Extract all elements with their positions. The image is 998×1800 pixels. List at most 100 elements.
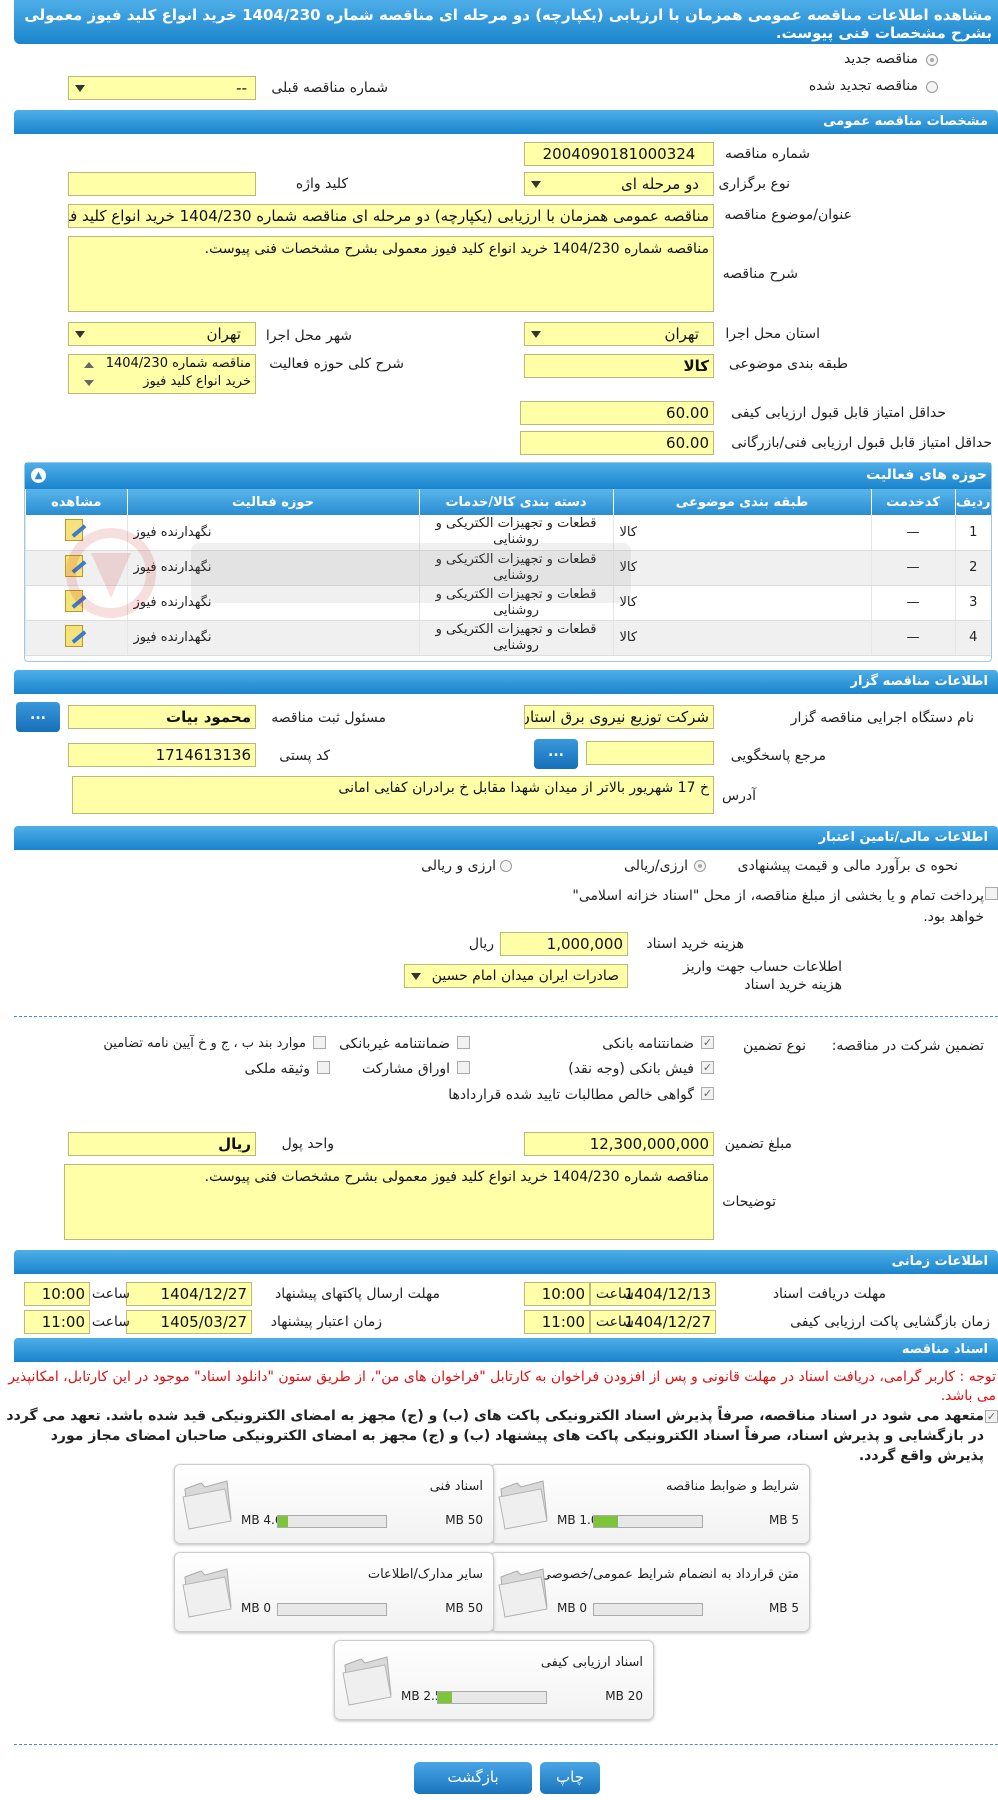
new-tender-radio[interactable] bbox=[926, 54, 938, 66]
activity-label: شرح کلی حوزه فعالیت bbox=[269, 356, 404, 372]
cell-n: 4 bbox=[954, 620, 991, 656]
cell-field: نگهدارنده فیوز bbox=[126, 585, 419, 621]
recv-time: 10:00 bbox=[524, 1282, 590, 1306]
valid-time: 11:00 bbox=[24, 1310, 90, 1334]
back-button[interactable]: بازگشت bbox=[414, 1762, 532, 1794]
bank-guarantee-checkbox[interactable]: ✓ bbox=[701, 1036, 714, 1049]
resp-field: محمود بیات bbox=[68, 705, 256, 729]
min-quality-label: حداقل امتیاز قابل قبول ارزیابی کیفی bbox=[731, 405, 946, 421]
org-field: شرکت توزیع نیروی برق استان تهران bbox=[524, 705, 714, 729]
send-time: 10:00 bbox=[24, 1282, 90, 1306]
property-checkbox[interactable] bbox=[317, 1061, 330, 1074]
view-document-icon[interactable] bbox=[63, 553, 89, 579]
ref-label: مرجع پاسخگویی bbox=[730, 748, 826, 764]
folder-icon bbox=[181, 1563, 235, 1621]
cell-field: نگهدارنده فیوز bbox=[126, 550, 419, 586]
doc-file-box[interactable]: اسناد فنی4.65 MB50 MB bbox=[174, 1464, 494, 1544]
bonds-checkbox[interactable] bbox=[457, 1061, 470, 1074]
send-date: 1404/12/27 bbox=[126, 1282, 252, 1306]
cell-cat: کالا bbox=[612, 515, 871, 551]
cheque-label: فیش بانکی (وجه نقد) bbox=[568, 1061, 694, 1077]
currency-label: واحد پول bbox=[281, 1136, 334, 1152]
cell-n: 3 bbox=[954, 585, 991, 621]
doc-file-max: 5 MB bbox=[768, 1513, 799, 1527]
notes-field: مناقصه شماره 1404/230 خرید انواع کلید فی… bbox=[64, 1164, 714, 1240]
view-document-icon[interactable] bbox=[63, 517, 89, 543]
desc-field: مناقصه شماره 1404/230 خرید انواع کلید فی… bbox=[68, 236, 714, 312]
treasury-checkbox[interactable] bbox=[985, 887, 998, 900]
estimate-opt1-radio[interactable] bbox=[694, 860, 706, 872]
nonbank-guarantee-checkbox[interactable] bbox=[457, 1036, 470, 1049]
doc-file-max: 50 MB bbox=[445, 1513, 483, 1527]
doc-file-progress bbox=[437, 1691, 547, 1704]
doc-file-max: 20 MB bbox=[605, 1689, 643, 1703]
commit-checkbox[interactable]: ✓ bbox=[985, 1410, 998, 1423]
activity-scroll-up-icon[interactable] bbox=[84, 357, 94, 368]
doc-fee-rial-label: ریال bbox=[468, 936, 494, 952]
valid-label: زمان اعتبار پیشنهاد bbox=[270, 1314, 382, 1330]
send-label: مهلت ارسال پاکتهای پیشنهاد bbox=[274, 1286, 440, 1302]
doc-fee-label: هزینه خرید اسناد bbox=[646, 936, 744, 952]
province-select[interactable]: تهران bbox=[524, 322, 714, 346]
divider bbox=[14, 1016, 998, 1017]
doc-file-box[interactable]: متن قرارداد به انضمام شرایط عمومی/خصوصی 0… bbox=[490, 1552, 810, 1632]
resp-lookup-button[interactable]: ... bbox=[16, 702, 60, 732]
table-row: 2— کالا قطعات و تجهیزات الکتریکی و روشنایی… bbox=[25, 550, 991, 586]
estimate-label: نحوه ی برآورد مالی و قیمت پیشنهادی bbox=[737, 858, 958, 874]
collapse-icon[interactable]: ▲ bbox=[31, 468, 46, 483]
amount-field: 12,300,000,000 bbox=[524, 1132, 714, 1156]
cert-label: گواهی خالص مطالبات تایید شده قراردادها bbox=[448, 1087, 694, 1103]
activity-field: مناقصه شماره 1404/230 خرید انواع کلید فی… bbox=[68, 354, 256, 394]
cell-group: قطعات و تجهیزات الکتریکی و روشنایی bbox=[418, 550, 613, 586]
open-time-label: ساعت bbox=[595, 1314, 634, 1330]
renewed-tender-radio[interactable] bbox=[926, 81, 938, 93]
cases-checkbox[interactable] bbox=[313, 1036, 326, 1049]
col-header-4: حوزه فعالیت bbox=[126, 489, 419, 515]
send-time-label: ساعت bbox=[91, 1286, 130, 1302]
addr-label: آدرس bbox=[722, 788, 756, 804]
activities-table: ردیف کدخدمت طبقه بندی موضوعی دسته بندی کالا… bbox=[25, 489, 991, 656]
keyword-label: کلید واژه bbox=[295, 176, 348, 192]
province-label: استان محل اجرا bbox=[725, 326, 820, 342]
guarantee-label: تضمین شرکت در مناقصه: bbox=[831, 1038, 984, 1054]
tender-number-field: 2004090181000324 bbox=[524, 142, 714, 166]
type-select[interactable]: دو مرحله ای bbox=[524, 172, 714, 196]
doc-file-title: متن قرارداد به انضمام شرایط عمومی/خصوصی bbox=[540, 1567, 799, 1582]
folder-icon bbox=[497, 1475, 551, 1533]
doc-file-title: اسناد ارزیابی کیفی bbox=[540, 1655, 643, 1670]
type-label: نوع برگزاری bbox=[718, 176, 790, 192]
doc-file-box[interactable]: سایر مدارک/اطلاعات 0 MB 50 MB bbox=[174, 1552, 494, 1632]
doc-fee-field: 1,000,000 bbox=[500, 932, 628, 956]
notes-label: توضیحات bbox=[722, 1194, 776, 1210]
estimate-opt2-radio[interactable] bbox=[500, 860, 512, 872]
doc-file-box[interactable]: شرایط و ضوابط مناقصه1.09 MB5 MB bbox=[490, 1464, 810, 1544]
folder-icon bbox=[497, 1563, 551, 1621]
tenderer-section-header: اطلاعات مناقصه گزار bbox=[14, 670, 998, 694]
activity-scroll-down-icon[interactable] bbox=[84, 380, 94, 391]
category-field: کالا bbox=[524, 354, 714, 378]
prev-tender-select[interactable]: -- bbox=[68, 76, 256, 100]
account-select[interactable]: صادرات ایران میدان امام حسین bbox=[404, 964, 628, 988]
view-document-icon[interactable] bbox=[63, 588, 89, 614]
city-label: شهر محل اجرا bbox=[265, 328, 352, 344]
doc-file-box[interactable]: اسناد ارزیابی کیفی2.52 MB20 MB bbox=[334, 1640, 654, 1720]
print-button[interactable]: چاپ bbox=[540, 1762, 600, 1794]
cert-checkbox[interactable]: ✓ bbox=[701, 1087, 714, 1100]
cell-cat: کالا bbox=[612, 585, 871, 621]
doc-file-progress bbox=[593, 1515, 703, 1528]
col-header-3: دسته بندی کالا/خدمات bbox=[418, 489, 613, 515]
account-label: اطلاعات حساب جهت واریز هزینه خرید اسناد bbox=[682, 959, 842, 993]
col-header-1: کدخدمت bbox=[870, 489, 955, 515]
desc-label: شرح مناقصه bbox=[722, 266, 798, 282]
view-document-icon[interactable] bbox=[63, 623, 89, 649]
city-select[interactable]: تهران bbox=[68, 322, 256, 346]
cell-code: — bbox=[870, 585, 955, 621]
valid-date: 1405/03/27 bbox=[126, 1310, 252, 1334]
estimate-opt2-label: ارزی و ریالی bbox=[421, 858, 496, 874]
ref-lookup-button[interactable]: ... bbox=[534, 739, 578, 769]
doc-file-progress bbox=[593, 1603, 703, 1616]
view-cell bbox=[25, 515, 127, 551]
cheque-checkbox[interactable]: ✓ bbox=[701, 1061, 714, 1074]
min-quality-field: 60.00 bbox=[520, 401, 714, 425]
treasury-label: پرداخت تمام و یا بخشی از مبلغ مناقصه، از… bbox=[572, 888, 984, 925]
